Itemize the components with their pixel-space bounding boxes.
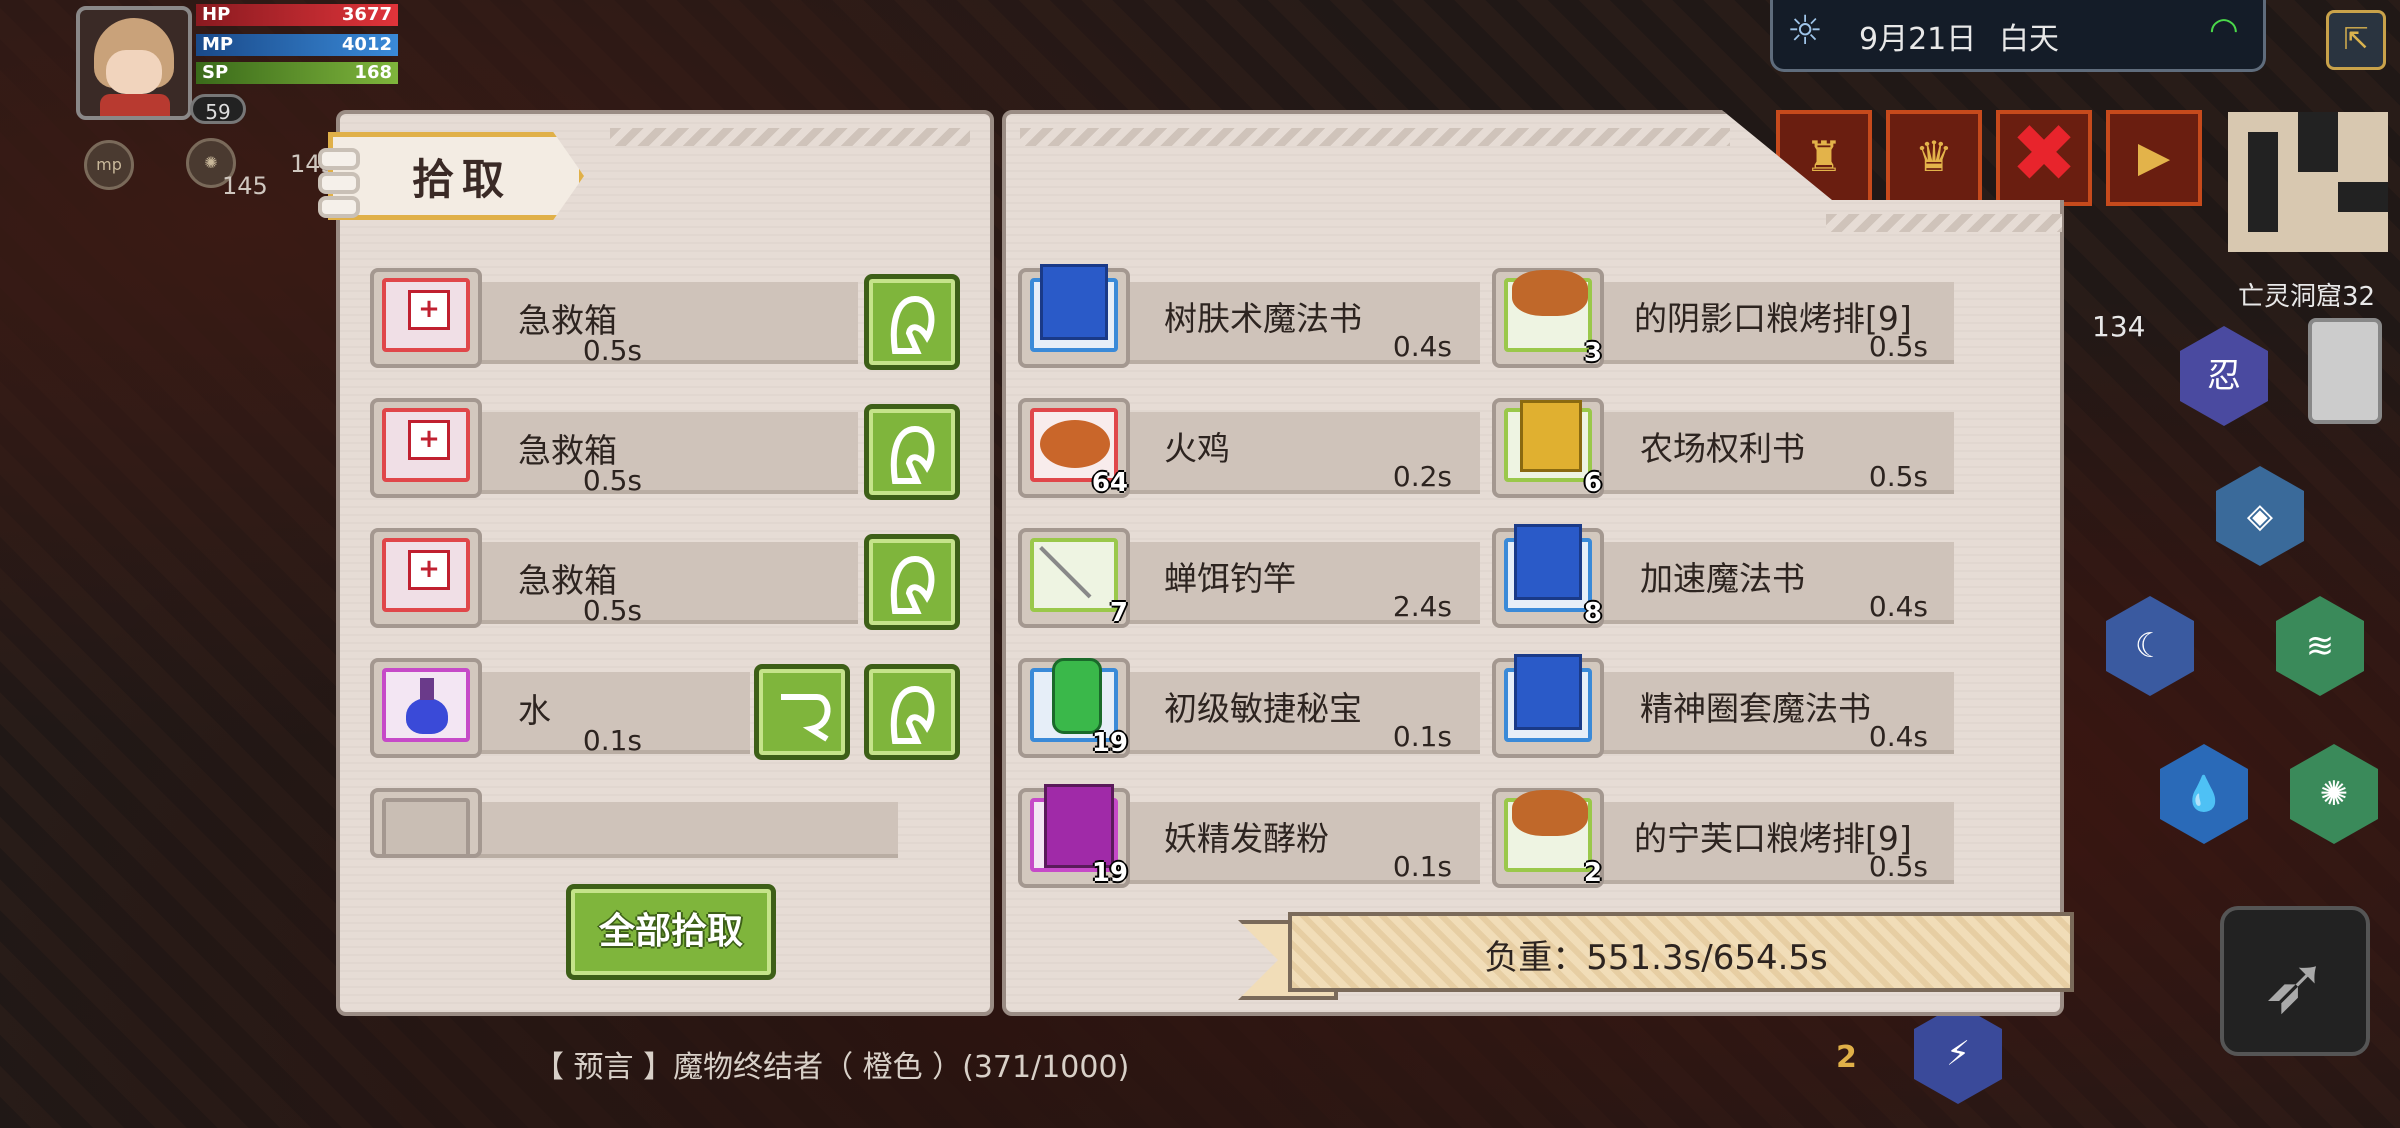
pickup-item-weight: 0.5s [582, 464, 642, 497]
farm-deed-icon: 6 [1492, 398, 1604, 498]
item-count: 8 [1583, 598, 1602, 628]
green-gem-icon: 19 [1018, 658, 1130, 758]
magic-book-icon [1018, 264, 1130, 368]
mp-bar: MP 4012 [196, 34, 398, 56]
hp-value: 3677 [341, 4, 392, 25]
pickup-button[interactable] [864, 404, 960, 500]
pickup-title-tab: 拾取 [318, 126, 598, 226]
hand-pickup-icon [890, 295, 935, 354]
pickup-button[interactable] [864, 274, 960, 370]
inventory-item-weight: 0.5s [1868, 850, 1928, 883]
time-of-day-text: 白天 [1999, 22, 2059, 57]
pickup-item-weight: 0.5s [582, 594, 642, 627]
inventory-item-weight: 0.4s [1392, 330, 1452, 363]
bow-weapon-icon[interactable]: ➶ [2220, 906, 2370, 1056]
exit-corner-button[interactable]: ⇱ [2326, 10, 2386, 70]
mp-value: 4012 [341, 34, 392, 55]
first-aid-kit-icon: + [370, 268, 482, 368]
inventory-item-name: 初级敏捷秘宝 [1164, 689, 1362, 728]
item-count: 19 [1091, 858, 1128, 888]
inventory-item-weight: 0.5s [1868, 460, 1928, 493]
chat-message[interactable]: 【 预言 】魔物终结者（ 橙色 ）(371/1000) [534, 1042, 1129, 1086]
close-x-icon: ✖ [2010, 107, 2078, 200]
inventory-item-weight: 0.4s [1868, 590, 1928, 623]
pickup-button[interactable] [864, 534, 960, 630]
close-button[interactable]: ✖ [1996, 110, 2092, 206]
swirl-buff-count: 145 [222, 172, 268, 200]
date-text: 9月21日 [1859, 22, 1977, 57]
date-status-bar: ☼ 9月21日 白天 ◠ [1770, 0, 2266, 72]
item-count: 19 [1091, 728, 1128, 758]
water-flask-icon [370, 658, 482, 758]
pickup-button[interactable] [864, 664, 960, 760]
pick-all-button[interactable]: 全部拾取 [566, 884, 776, 980]
roast-turkey-icon: 64 [1018, 398, 1130, 498]
player-portrait[interactable] [76, 6, 192, 120]
pickup-title: 拾取 [412, 155, 513, 204]
inventory-item-name: 加速魔法书 [1640, 559, 1805, 598]
empty-slot [370, 788, 482, 858]
item-count: 3 [1583, 338, 1602, 368]
inventory-item-name: 妖精发酵粉 [1164, 819, 1329, 858]
inventory-item-name: 火鸡 [1164, 429, 1230, 468]
weight-ribbon: 负重：551.3s/654.5s [1238, 912, 2074, 1008]
pickup-item-name: 水 [518, 691, 551, 730]
mp-label: MP [202, 34, 234, 55]
inventory-item-weight: 2.4s [1392, 590, 1452, 623]
hp-bar: HP 3677 [196, 4, 398, 26]
bow-count: 134 [2092, 310, 2146, 343]
first-aid-kit-icon: + [370, 528, 482, 628]
cup-button[interactable]: ♛ [1886, 110, 1982, 206]
magic-book-icon [1492, 654, 1604, 758]
mp-buff-icon[interactable]: mp [84, 140, 134, 190]
use-button[interactable] [754, 664, 850, 760]
sun-icon: ☼ [1787, 8, 1823, 54]
hand-pickup-icon [890, 425, 935, 484]
inventory-item-name: 树肤术魔法书 [1164, 299, 1362, 338]
sp-label: SP [202, 62, 229, 83]
play-button[interactable]: ▶ [2106, 110, 2202, 206]
phone-icon[interactable] [2308, 318, 2382, 424]
magic-book-icon: 8 [1492, 524, 1604, 628]
drink-use-icon [781, 694, 831, 742]
indicator-count: 2 [1836, 1040, 1857, 1075]
roast-rib-icon: 3 [1492, 268, 1604, 368]
sp-bar: SP 168 [196, 62, 398, 84]
inventory-item-weight: 0.2s [1392, 460, 1452, 493]
inventory-item-weight: 0.4s [1868, 720, 1928, 753]
item-count: 64 [1091, 468, 1128, 498]
inventory-item-weight: 0.1s [1392, 720, 1452, 753]
location-text: 亡灵洞窟32 [2238, 282, 2376, 312]
pickup-item-weight: 0.1s [582, 724, 642, 757]
hand-pickup-icon [890, 555, 935, 614]
inventory-item-weight: 0.1s [1392, 850, 1452, 883]
fairy-powder-icon: 19 [1018, 784, 1130, 888]
minimap[interactable] [2228, 112, 2388, 252]
inventory-item-name: 蝉饵钓竿 [1164, 559, 1296, 598]
item-count: 6 [1583, 468, 1602, 498]
item-count: 2 [1583, 858, 1602, 888]
player-level-badge: 59 [190, 94, 246, 124]
weight-text: 负重：551.3s/654.5s [1484, 938, 1828, 978]
hp-label: HP [202, 4, 231, 25]
roast-rib-icon: 2 [1492, 788, 1604, 888]
hand-pickup-icon [890, 685, 935, 744]
item-count: 7 [1109, 598, 1128, 628]
inventory-item-name: 农场权利书 [1640, 429, 1805, 468]
inventory-item-weight: 0.5s [1868, 330, 1928, 363]
first-aid-kit-icon: + [370, 398, 482, 498]
pickup-item-weight: 0.5s [582, 334, 642, 367]
sp-value: 168 [354, 62, 392, 83]
fishing-rod-icon: 7 [1018, 528, 1130, 628]
wifi-icon: ◠ [2209, 10, 2239, 50]
